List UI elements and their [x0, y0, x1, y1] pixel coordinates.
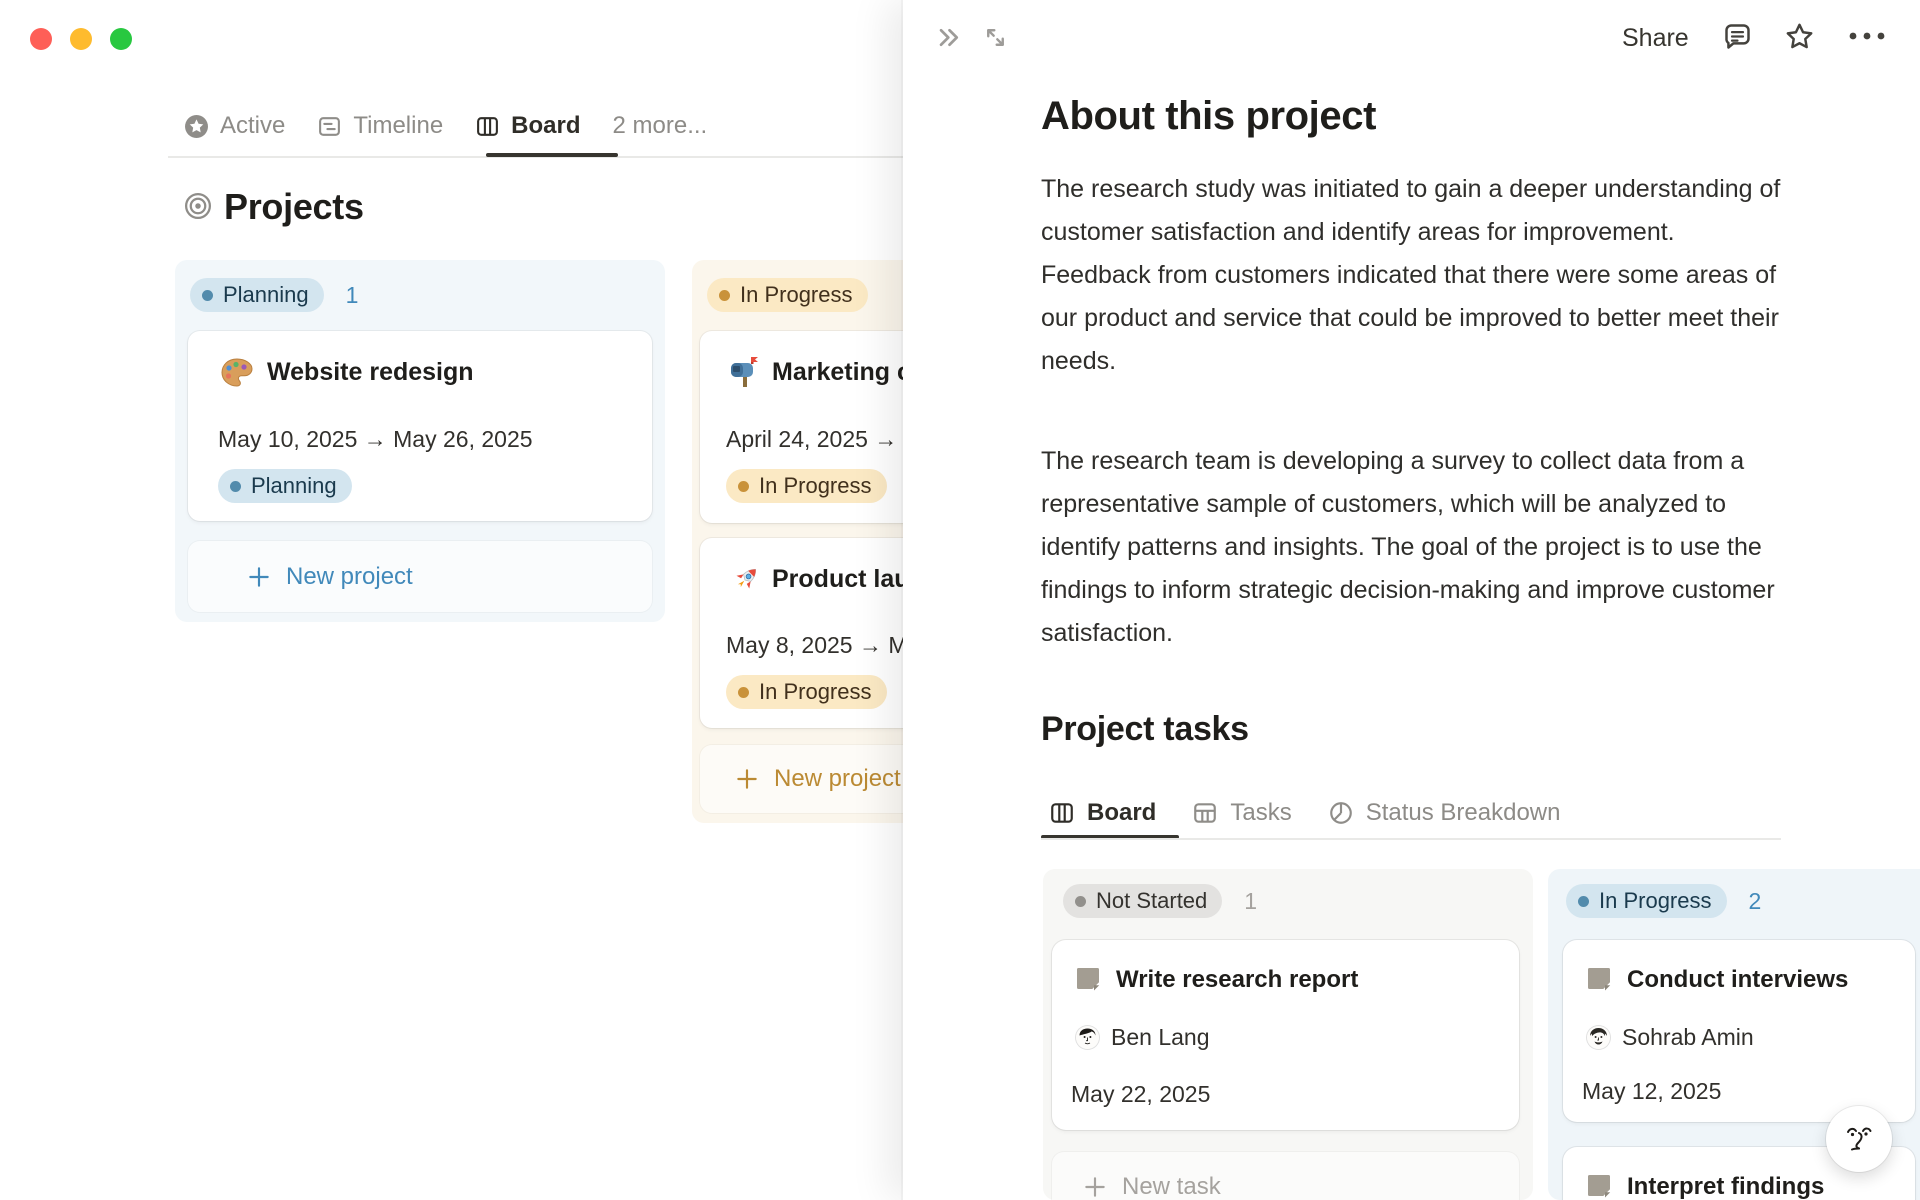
palette-icon	[219, 355, 255, 391]
tab-label: Tasks	[1230, 799, 1292, 826]
new-project-label: New project	[774, 765, 901, 792]
tab-label: Active	[220, 112, 286, 139]
board-icon	[1049, 800, 1075, 826]
window-zoom-button[interactable]	[110, 28, 132, 50]
card-assignee: Ben Lang	[1076, 1024, 1209, 1051]
task-card-write-research-report[interactable]: Write research report Ben Lang May 22, 2…	[1052, 940, 1519, 1130]
close-peek-icon[interactable]	[935, 23, 964, 52]
card-title: Conduct interviews	[1627, 966, 1849, 993]
tab-more-views[interactable]: 2 more...	[613, 106, 708, 146]
table-icon	[1192, 800, 1218, 826]
star-circle-icon	[184, 114, 209, 139]
new-project-button[interactable]: New project	[188, 541, 652, 612]
plus-icon	[1082, 1174, 1108, 1200]
status-pill-planning[interactable]: Planning	[190, 278, 324, 312]
tabs-divider	[1041, 838, 1781, 840]
share-button[interactable]: Share	[1622, 24, 1689, 53]
tab-timeline[interactable]: Timeline	[317, 106, 443, 146]
card-title: Write research report	[1116, 966, 1359, 993]
task-note-icon	[1585, 1172, 1613, 1200]
tab-board[interactable]: Board	[475, 106, 581, 146]
tab-active[interactable]: Active	[184, 106, 285, 146]
card-title: Product laun	[772, 565, 925, 593]
status-dot	[719, 289, 730, 301]
section-heading-tasks: Project tasks	[1041, 710, 1249, 748]
status-dot	[230, 480, 241, 492]
tab-status-breakdown[interactable]: Status Breakdown	[1328, 793, 1561, 833]
status-dot	[738, 686, 749, 698]
new-task-button[interactable]: New task	[1052, 1152, 1519, 1200]
app-window: Active Timeline Board 2 more... Projects…	[0, 0, 1920, 1200]
task-note-icon	[1074, 965, 1102, 993]
tab-label: Board	[1087, 799, 1157, 826]
board-icon	[475, 114, 500, 139]
task-note-icon	[1585, 965, 1613, 993]
plus-icon	[734, 766, 760, 792]
board-column-planning: Planning 1 Website redesign May 10, 2025…	[175, 260, 665, 622]
status-pill-in-progress[interactable]: In Progress	[1566, 884, 1727, 918]
card-dates: May 8, 2025 → Ma	[726, 632, 921, 658]
notion-cursor-button[interactable]	[1826, 1106, 1892, 1172]
face-cursor-icon	[1840, 1120, 1878, 1158]
card-status-pill: In Progress	[726, 469, 887, 503]
rocket-icon	[727, 562, 763, 598]
tasks-view-tabs: Board Tasks Status Breakdown	[1049, 793, 1560, 833]
section-heading-about: About this project	[1041, 94, 1377, 138]
status-dot	[202, 289, 213, 301]
column-count: 1	[345, 281, 359, 308]
comments-icon[interactable]	[1721, 20, 1754, 53]
card-status-pill: Planning	[218, 469, 352, 503]
about-paragraph-1: The research study was initiated to gain…	[1041, 175, 1781, 375]
tab-board[interactable]: Board	[1049, 793, 1156, 833]
task-column-not-started: Not Started 1 Write research report Ben …	[1043, 869, 1533, 1200]
window-close-button[interactable]	[30, 28, 52, 50]
more-options-icon[interactable]	[1847, 30, 1887, 42]
card-date: May 22, 2025	[1071, 1081, 1211, 1107]
avatar-ben-lang	[1076, 1026, 1099, 1049]
column-count: 2	[1748, 887, 1762, 914]
page-peek-panel: Share About this project The research st…	[903, 0, 1920, 1200]
card-title: Website redesign	[267, 358, 474, 386]
status-pill-not-started[interactable]: Not Started	[1063, 884, 1223, 918]
status-dot	[738, 480, 749, 492]
card-date: May 12, 2025	[1582, 1078, 1722, 1104]
expand-page-icon[interactable]	[981, 23, 1010, 52]
card-status-pill: In Progress	[726, 675, 887, 709]
tab-label: Status Breakdown	[1365, 799, 1561, 826]
task-card-conduct-interviews[interactable]: Conduct interviews Sohrab Amin May 12, 2…	[1563, 940, 1915, 1122]
tab-label: 2 more...	[612, 112, 708, 139]
tab-label: Board	[511, 112, 581, 139]
card-title: Interpret findings	[1627, 1173, 1825, 1200]
window-minimize-button[interactable]	[70, 28, 92, 50]
card-dates: April 24, 2025 → M	[726, 426, 923, 452]
card-dates: May 10, 2025 → May 26, 2025	[218, 426, 533, 452]
pie-chart-icon	[1328, 800, 1354, 826]
tab-label: Timeline	[353, 112, 444, 139]
target-icon	[183, 191, 213, 221]
status-dot	[1578, 895, 1589, 907]
status-dot	[1075, 895, 1086, 907]
project-card-website-redesign[interactable]: Website redesign May 10, 2025 → May 26, …	[188, 331, 652, 521]
selected-tab-underline	[486, 153, 618, 157]
about-paragraph-2: The research team is developing a survey…	[1041, 447, 1775, 647]
page-title: Projects	[224, 186, 364, 227]
timeline-icon	[317, 114, 342, 139]
plus-icon	[246, 564, 272, 590]
favorite-star-icon[interactable]	[1783, 20, 1816, 53]
card-title: Marketing c	[772, 358, 911, 386]
tab-tasks[interactable]: Tasks	[1192, 793, 1292, 833]
card-assignee: Sohrab Amin	[1587, 1024, 1754, 1051]
new-project-label: New project	[286, 562, 413, 590]
status-pill-in-progress[interactable]: In Progress	[707, 278, 868, 312]
column-count: 1	[1244, 887, 1258, 914]
new-task-label: New task	[1122, 1173, 1221, 1200]
mailbox-icon	[727, 355, 763, 391]
avatar-sohrab-amin	[1587, 1026, 1610, 1049]
view-tabs: Active Timeline Board 2 more...	[184, 106, 707, 146]
